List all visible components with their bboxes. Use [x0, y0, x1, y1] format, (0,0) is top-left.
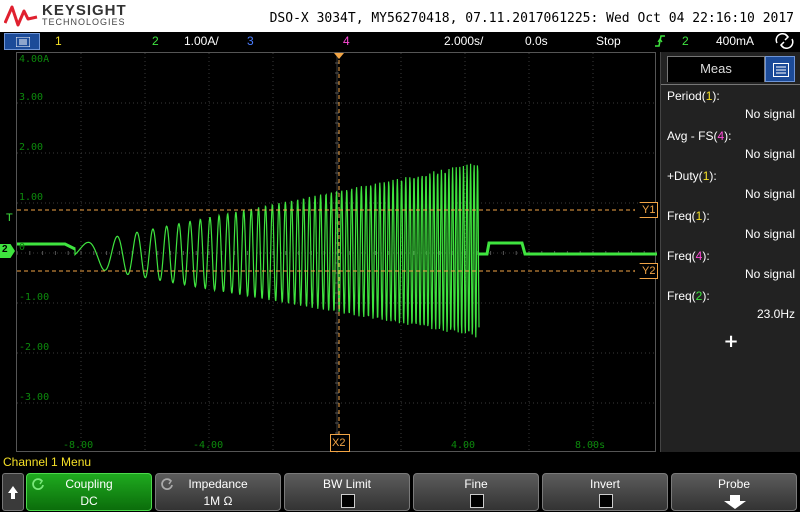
channel-2-label[interactable]: 2 [152, 34, 159, 48]
channel-status-bar: 1 2 1.00A/ 3 4 2.000s/ 0.0s Stop 2 400mA [0, 32, 800, 51]
y-scale-label: -1.00 [19, 292, 50, 303]
x-scale-label: 8.00s [575, 440, 606, 451]
softkey-bar: Coupling DC Impedance 1M Ω BW Limit Fine… [0, 472, 800, 512]
channel-4-label[interactable]: 4 [343, 34, 350, 48]
keysight-logo-icon [4, 5, 38, 27]
fine-checkbox[interactable] [470, 494, 484, 508]
measurement-item[interactable]: Freq(4): No signal [661, 245, 800, 285]
y-scale-label: 1.00 [19, 192, 44, 203]
timebase-delay[interactable]: 0.0s [525, 34, 548, 48]
main-menu-button[interactable] [4, 33, 40, 50]
add-measurement-button[interactable]: + [721, 332, 741, 352]
channel-1-label[interactable]: 1 [55, 34, 62, 48]
y-scale-label-top: 4.00A [19, 54, 50, 65]
coupling-softkey[interactable]: Coupling DC [26, 473, 152, 511]
bw-limit-checkbox[interactable] [341, 494, 355, 508]
brand-subtitle: TECHNOLOGIES [42, 17, 126, 27]
channel-3-label[interactable]: 3 [247, 34, 254, 48]
y-scale-label: -3.00 [19, 392, 50, 403]
x-scale-label: -8.00 [63, 440, 94, 451]
softkey-menu-title: Channel 1 Menu [3, 455, 92, 469]
panel-menu-button[interactable] [765, 56, 795, 82]
channel-2-ground-marker[interactable]: 2 [0, 244, 15, 258]
y-scale-label: 3.00 [19, 92, 44, 103]
y-scale-label: 0 [19, 242, 26, 253]
menu-icon [773, 63, 789, 77]
fine-softkey[interactable]: Fine [413, 473, 539, 511]
impedance-softkey[interactable]: Impedance 1M Ω [155, 473, 281, 511]
invert-softkey[interactable]: Invert [542, 473, 668, 511]
measurement-value: No signal [744, 227, 795, 241]
measurement-value: No signal [744, 187, 795, 201]
trigger-level-marker[interactable]: T [6, 212, 13, 224]
back-button[interactable] [2, 473, 24, 511]
x-scale-label: -4.00 [193, 440, 224, 451]
measurement-value: No signal [744, 267, 795, 281]
cursor-x2-tag[interactable]: X2 [330, 434, 350, 452]
measurement-item[interactable]: Avg - FS(4): No signal [661, 125, 800, 165]
trigger-level[interactable]: 400mA [716, 34, 754, 48]
y-scale-label: 2.00 [19, 142, 44, 153]
meas-tab-title[interactable]: Meas [667, 56, 765, 82]
trigger-edge-icon [655, 35, 665, 47]
measurement-item[interactable]: Freq(2): 23.0Hz [661, 285, 800, 325]
measurement-value: 23.0Hz [756, 307, 795, 321]
trigger-position-marker[interactable] [334, 53, 344, 59]
measurement-item[interactable]: Freq(1): No signal [661, 205, 800, 245]
instrument-id: DSO-X 3034T, MY56270418, 07.11.201706122… [269, 11, 794, 26]
trigger-source[interactable]: 2 [682, 34, 689, 48]
waveform-display[interactable]: 4.00A 3.00 2.00 1.00 0 -1.00 -2.00 -3.00… [16, 52, 658, 453]
run-state: Stop [596, 34, 621, 48]
title-bar: KEYSIGHT TECHNOLOGIES DSO-X 3034T, MY562… [0, 0, 800, 32]
menu-icon [16, 37, 30, 47]
measurement-item[interactable]: +Duty(1): No signal [661, 165, 800, 205]
x-scale-label: 4.00 [451, 440, 476, 451]
measurement-value: No signal [744, 147, 795, 161]
connection-arrows-icon [775, 33, 794, 49]
cursor-overlay[interactable] [17, 53, 657, 453]
measurement-value: No signal [744, 107, 795, 121]
marker-gutter: T 2 [0, 52, 16, 452]
measurement-list: Period(1): No signal Avg - FS(4): No sig… [661, 84, 800, 325]
y-scale-label: -2.00 [19, 342, 50, 353]
measurement-panel: Meas Period(1): No signal Avg - FS(4): N… [660, 52, 800, 452]
measurement-item[interactable]: Period(1): No signal [661, 85, 800, 125]
channel-2-scale[interactable]: 1.00A/ [184, 34, 219, 48]
bw-limit-softkey[interactable]: BW Limit [284, 473, 410, 511]
probe-softkey[interactable]: Probe [671, 473, 797, 511]
arrow-up-icon [8, 486, 18, 499]
invert-checkbox[interactable] [599, 494, 613, 508]
arrow-down-icon [724, 495, 746, 509]
timebase-scale[interactable]: 2.000s/ [444, 34, 483, 48]
